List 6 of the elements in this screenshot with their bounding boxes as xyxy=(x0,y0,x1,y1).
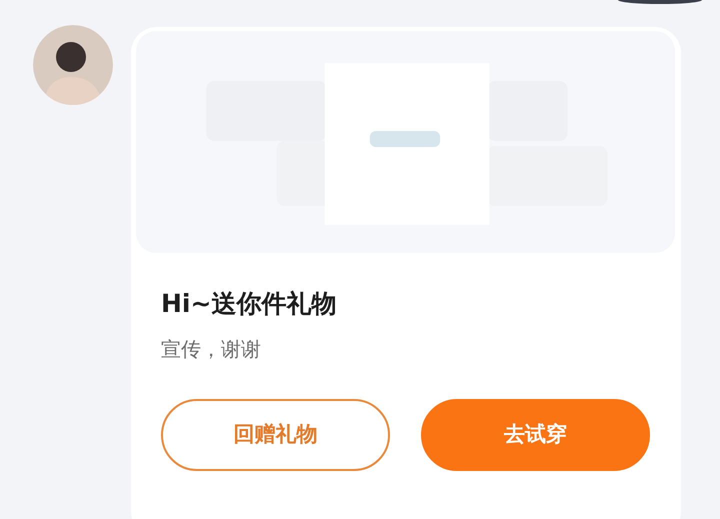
message-text: 宣传，谢谢 xyxy=(161,336,262,363)
gift-back-button[interactable]: 回赠礼物 xyxy=(161,399,390,471)
avatar[interactable] xyxy=(33,25,113,105)
message-title: Hi~送你件礼物 xyxy=(161,288,338,320)
avatar[interactable] xyxy=(618,0,702,4)
try-on-button[interactable]: 去试穿 xyxy=(421,399,650,471)
